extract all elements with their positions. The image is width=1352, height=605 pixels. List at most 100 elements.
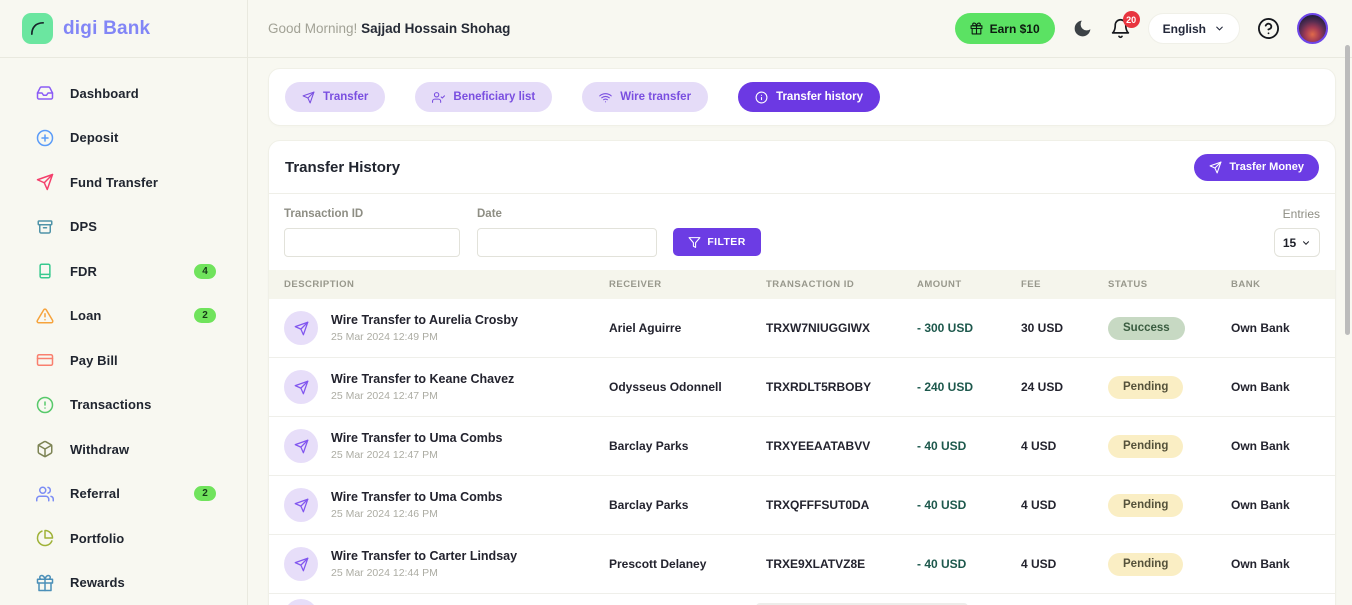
sidebar-item-loan[interactable]: Loan 2 [0, 294, 247, 339]
amount-cell: - 40 USD [917, 498, 1021, 512]
plus-circle-icon [36, 129, 54, 147]
receiver-cell: Barclay Parks [609, 498, 766, 512]
tab-wire-transfer[interactable]: Wire transfer [582, 82, 708, 112]
sidebar-item-dps[interactable]: DPS [0, 205, 247, 250]
paper-plane-icon [302, 91, 315, 104]
transfer-description: Wire Transfer to Keane Chavez [331, 372, 514, 386]
alert-circle-icon [36, 396, 54, 414]
entries-control: Entries 15 [1274, 207, 1320, 257]
column-header-bank: BANK [1231, 279, 1320, 290]
sidebar-item-deposit[interactable]: Deposit [0, 116, 247, 161]
bank-cell: Own Bank [1231, 498, 1320, 512]
app-window: digi Bank DashboardDepositFund TransferD… [0, 0, 1352, 605]
tab-beneficiary-list[interactable]: Beneficiary list [415, 82, 552, 112]
paper-plane-icon [284, 429, 318, 463]
sidebar-nav: DashboardDepositFund TransferDPSFDR4Loan… [0, 58, 247, 605]
column-header-status: STATUS [1108, 279, 1231, 290]
table-row: Wire Transfer to Keane Chavez 25 Mar 2024… [269, 358, 1335, 417]
main-content: Transfer Beneficiary list Wire transfer Tra… [248, 58, 1352, 605]
brand-logo[interactable]: digi Bank [0, 0, 247, 58]
sidebar-item-label: Pay Bill [70, 353, 118, 368]
wifi-icon [599, 91, 612, 104]
sidebar-item-label: Withdraw [70, 442, 129, 457]
notification-count-badge: 20 [1123, 11, 1140, 28]
gift-icon [36, 574, 54, 592]
transfer-datetime: 25 Mar 2024 12:44 PM [331, 567, 517, 579]
pie-chart-icon [36, 529, 54, 547]
column-header-description: DESCRIPTION [284, 279, 609, 290]
paper-plane-icon [284, 370, 318, 404]
dark-mode-toggle[interactable] [1072, 18, 1093, 39]
brand-name: digi Bank [63, 18, 150, 40]
avatar[interactable] [1297, 13, 1328, 44]
bank-cell: Own Bank [1231, 380, 1320, 394]
description-cell: Wire Transfer to Aurelia Crosby25 Mar 20… [284, 311, 609, 345]
sidebar-item-dashboard[interactable]: Dashboard [0, 71, 247, 116]
help-circle-icon [1257, 17, 1280, 40]
sidebar-item-label: Portfolio [70, 531, 124, 546]
paper-plane-icon [284, 547, 318, 581]
date-label: Date [477, 208, 657, 220]
sidebar-item-badge: 2 [194, 308, 216, 323]
moon-icon [1072, 18, 1093, 39]
table-row: Wire Transfer to Carter Lindsay25 Mar 20… [269, 535, 1335, 594]
sidebar-item-referral[interactable]: Referral2 [0, 472, 247, 517]
sidebar-item-withdraw[interactable]: Withdraw [0, 427, 247, 472]
fee-cell: 4 USD [1021, 498, 1108, 512]
brand-logo-icon [22, 13, 53, 44]
entries-select[interactable]: 15 [1274, 228, 1320, 257]
filter-button[interactable]: FILTER [673, 228, 761, 256]
sidebar-item-label: Loan [70, 308, 101, 323]
transaction-id-cell: TRXE9XLATVZ8E [766, 557, 917, 571]
sidebar-item-transactions[interactable]: Transactions [0, 383, 247, 428]
transfer-tabs-card: Transfer Beneficiary list Wire transfer Tra… [268, 68, 1336, 126]
transaction-id-cell: TRXQFFFSUT0DA [766, 498, 917, 512]
tab-label: Transfer [323, 91, 368, 103]
book-icon [36, 262, 54, 280]
transfer-datetime: 25 Mar 2024 12:46 PM [331, 508, 502, 520]
status-badge: Success [1108, 317, 1185, 340]
sidebar-item-fdr[interactable]: FDR4 [0, 249, 247, 294]
sidebar-item-rewards[interactable]: Rewards [0, 561, 247, 605]
transfer-money-button[interactable]: Trasfer Money [1194, 154, 1319, 181]
description-cell: Wire Transfer to Uma Combs 25 Mar 2024 12… [284, 488, 609, 522]
tab-label: Wire transfer [620, 91, 691, 103]
status-badge: Pending [1108, 376, 1183, 399]
table-header-row: DESCRIPTIONRECEIVERTRANSACTION IDAMOUNTF… [269, 270, 1335, 299]
paper-plane-icon [1209, 161, 1222, 174]
info-circle-icon [755, 91, 768, 104]
tab-transfer-history[interactable]: Transfer history [738, 82, 880, 112]
transfer-description: Wire Transfer to Uma Combs [331, 490, 502, 504]
page-title: Transfer History [285, 159, 400, 176]
users-icon [36, 485, 54, 503]
notifications-button[interactable]: 20 [1110, 18, 1131, 39]
transfer-datetime: 25 Mar 2024 12:47 PM [331, 390, 514, 402]
sidebar-item-fund-transfer[interactable]: Fund Transfer [0, 160, 247, 205]
transfer-money-label: Trasfer Money [1229, 161, 1304, 173]
date-input[interactable] [477, 228, 657, 257]
sidebar-item-portfolio[interactable]: Portfolio [0, 516, 247, 561]
earn-button[interactable]: Earn $10 [955, 13, 1055, 44]
archive-icon [36, 218, 54, 236]
funnel-icon [688, 236, 701, 249]
amount-cell: - 300 USD [917, 321, 1021, 335]
page-scrollbar-thumb[interactable] [1345, 45, 1350, 335]
description-cell: Wire Transfer to Keane Chavez 25 Mar 2024… [284, 370, 609, 404]
sidebar-item-pay-bill[interactable]: Pay Bill [0, 338, 247, 383]
description-cell: Wire Transfer to Carter Lindsay25 Mar 20… [284, 547, 609, 581]
earn-button-label: Earn $10 [990, 22, 1040, 36]
help-button[interactable] [1257, 17, 1280, 40]
paper-plane-icon [284, 488, 318, 522]
table-row: Wire Transfer to Uma Combs 25 Mar 2024 12… [269, 476, 1335, 535]
gift-icon [970, 22, 983, 35]
receiver-cell: Ariel Aguirre [609, 321, 766, 335]
language-selector[interactable]: English [1148, 13, 1240, 44]
transfer-history-card: Transfer History Trasfer Money Transacti… [268, 140, 1336, 605]
bank-cell: Own Bank [1231, 557, 1320, 571]
topbar: Good Morning! Sajjad Hossain Shohag Earn… [248, 0, 1352, 58]
greeting-text: Good Morning! [268, 21, 357, 36]
transfer-description: Wire Transfer to Aurelia Crosby [331, 313, 518, 327]
transaction-id-input[interactable] [284, 228, 460, 257]
tab-transfer[interactable]: Transfer [285, 82, 385, 112]
status-badge: Pending [1108, 435, 1183, 458]
